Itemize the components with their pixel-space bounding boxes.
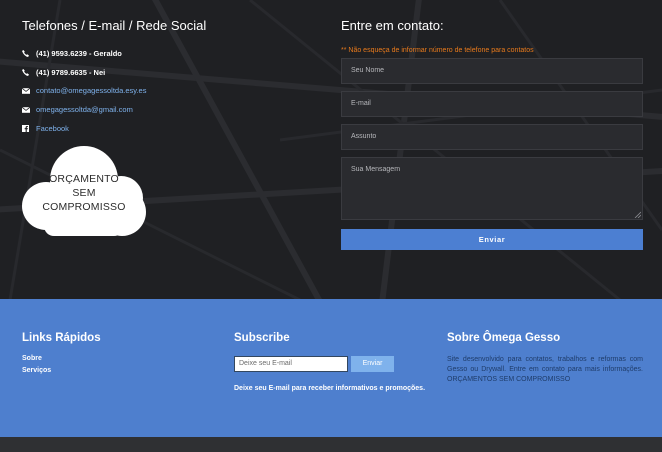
phone-reminder-warning: ** Não esqueça de informar número de tel… (341, 47, 534, 54)
contact-item-email-2[interactable]: omegagessoltda@gmail.com (22, 100, 146, 119)
contact-item-email-1[interactable]: contato@omegagessoltda.esy.es (22, 82, 146, 101)
name-input[interactable]: Seu Nome (341, 58, 643, 84)
bottom-bar (0, 437, 662, 452)
email-icon (22, 87, 36, 94)
email-icon (22, 106, 36, 113)
message-textarea[interactable]: Sua Mensagem (341, 157, 643, 220)
quick-link-sobre[interactable]: Sobre (22, 355, 51, 367)
phone-number-nei: (41) 9789.6635 - Nei (36, 67, 106, 77)
quote-badge-text: ORÇAMENTO SEM COMPROMISSO (42, 173, 126, 213)
phone-icon (22, 49, 36, 57)
contact-section: Telefones / E-mail / Rede Social (41) 95… (0, 0, 662, 299)
contact-form-heading: Entre em contato: (341, 18, 444, 33)
contact-item-phone-2: (41) 9789.6635 - Nei (22, 63, 146, 82)
contact-info-heading: Telefones / E-mail / Rede Social (22, 18, 207, 33)
quick-links-list: Sobre Serviços (22, 355, 51, 379)
contact-item-facebook[interactable]: Facebook (22, 119, 146, 138)
contact-item-phone-1: (41) 9593.6239 - Geraldo (22, 44, 146, 63)
contact-list: (41) 9593.6239 - Geraldo (41) 9789.6635 … (22, 44, 146, 138)
email-link-gmail[interactable]: omegagessoltda@gmail.com (36, 105, 133, 114)
phone-number-geraldo: (41) 9593.6239 - Geraldo (36, 48, 122, 58)
email-link-contato[interactable]: contato@omegagessoltda.esy.es (36, 86, 146, 95)
quick-link-servicos[interactable]: Serviços (22, 367, 51, 379)
email-input[interactable]: E-mail (341, 91, 643, 117)
facebook-link[interactable]: Facebook (36, 124, 69, 133)
facebook-icon (22, 125, 36, 133)
subscribe-heading: Subscribe (234, 332, 290, 344)
site-footer: Links Rápidos Sobre Serviços Subscribe D… (0, 299, 662, 437)
message-placeholder: Sua Mensagem (351, 166, 401, 173)
about-text: Site desenvolvido para contatos, trabalh… (447, 356, 643, 383)
about-heading: Sobre Ômega Gesso (447, 332, 561, 344)
resize-handle-icon[interactable] (634, 211, 641, 218)
subscribe-email-input[interactable]: Deixe seu E-mail (234, 356, 348, 372)
subject-input[interactable]: Assunto (341, 124, 643, 150)
subscribe-button[interactable]: Enviar (351, 356, 394, 372)
quick-links-heading: Links Rápidos (22, 332, 101, 344)
send-message-button[interactable]: Enviar (341, 229, 643, 250)
subscribe-note: Deixe seu E-mail para receber informativ… (234, 385, 426, 392)
phone-icon (22, 68, 36, 76)
